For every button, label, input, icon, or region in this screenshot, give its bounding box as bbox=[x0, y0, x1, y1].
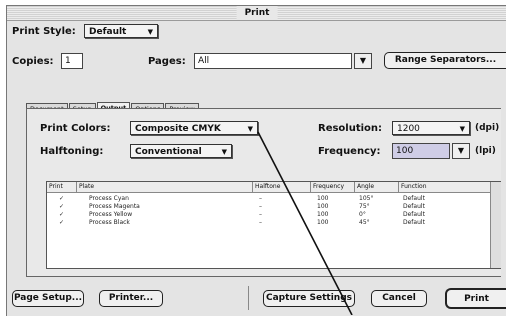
callout-pointer-line bbox=[257, 131, 353, 315]
